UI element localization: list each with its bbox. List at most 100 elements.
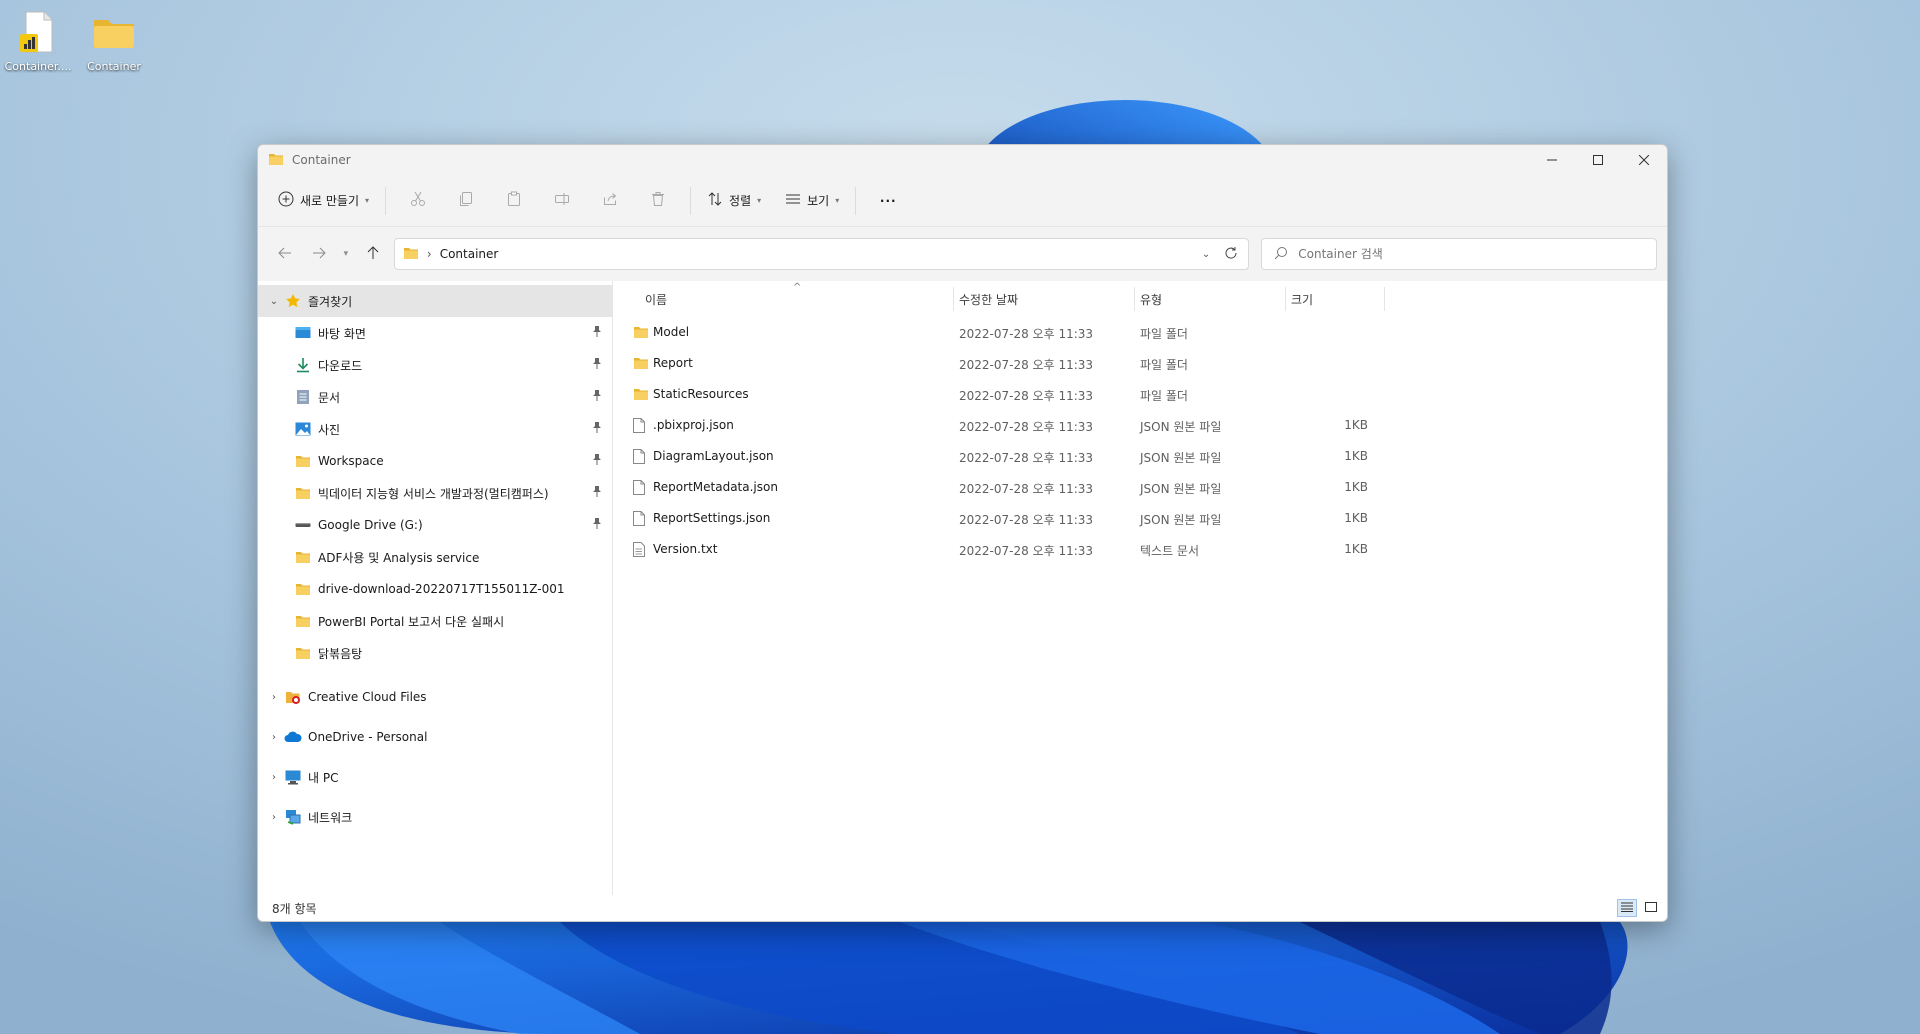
separator [855, 186, 857, 215]
file-list: ^ 이름 수정한 날짜 유형 크기 Model 2022-07-28 오후 11… [613, 281, 1667, 895]
back-button[interactable] [268, 239, 302, 269]
nav-item-label: 사진 [318, 422, 341, 437]
search-box[interactable] [1261, 238, 1657, 270]
paste-button[interactable] [490, 183, 538, 219]
arrow-left-icon [278, 246, 292, 263]
rename-button[interactable] [538, 183, 586, 219]
file-modified: 2022-07-28 오후 11:33 [959, 544, 1094, 558]
desktop-icon-container-pbix[interactable]: Container.... [2, 8, 74, 73]
file-name: ReportMetadata.json [653, 480, 778, 494]
column-header-name[interactable]: 이름 [645, 281, 955, 317]
copy-button[interactable] [442, 183, 490, 219]
file-row-version[interactable]: Version.txt 2022-07-28 오후 11:33 텍스트 문서 1… [613, 534, 1667, 565]
copy-icon [458, 191, 474, 210]
file-type: 파일 폴더 [1140, 358, 1188, 372]
file-row-reportmetadata[interactable]: ReportMetadata.json 2022-07-28 오후 11:33 … [613, 472, 1667, 503]
large-icons-view-button[interactable] [1641, 899, 1661, 917]
column-header-type[interactable]: 유형 [1140, 281, 1285, 317]
file-modified: 2022-07-28 오후 11:33 [959, 513, 1094, 527]
column-divider[interactable] [953, 287, 954, 311]
nav-item-network[interactable]: › 네트워크 [258, 797, 612, 837]
arrow-up-icon [366, 245, 380, 263]
download-icon [294, 357, 312, 373]
cut-button[interactable] [394, 183, 442, 219]
nav-item-quick-access[interactable]: ⌄ 즐겨찾기 [258, 285, 612, 317]
search-icon [1274, 246, 1288, 263]
file-row-staticresources[interactable]: StaticResources 2022-07-28 오후 11:33 파일 폴… [613, 379, 1667, 410]
close-button[interactable] [1621, 145, 1667, 175]
folder-icon [294, 549, 312, 565]
chevron-down-icon[interactable]: ⌄ [264, 296, 284, 307]
nav-item-google-drive[interactable]: Google Drive (G:) [258, 509, 612, 541]
view-button[interactable]: 보기 ▾ [777, 183, 847, 219]
nav-item-bigdata-course[interactable]: 빅데이터 지능형 서비스 개발과정(멀티캠퍼스) [258, 477, 612, 509]
chevron-down-icon: ▾ [757, 196, 762, 205]
nav-item-label: Workspace [318, 454, 384, 468]
window-title: Container [292, 153, 351, 167]
file-icon [633, 449, 645, 467]
pin-icon [592, 326, 602, 341]
explorer-body: ⌄ 즐겨찾기 바탕 화면 다운로드 문서 사진 Workspace 빅데이터 지… [258, 281, 1667, 895]
title-bar[interactable]: Container [258, 145, 1667, 175]
delete-button[interactable] [634, 183, 682, 219]
minimize-button[interactable] [1529, 145, 1575, 175]
column-header-size[interactable]: 크기 [1291, 281, 1381, 317]
file-row-pbixproj[interactable]: .pbixproj.json 2022-07-28 오후 11:33 JSON … [613, 410, 1667, 441]
details-view-button[interactable] [1617, 899, 1637, 917]
clipboard-icon [506, 191, 522, 210]
address-history-chevron-icon[interactable]: ⌄ [1202, 249, 1210, 260]
chevron-right-icon[interactable]: › [264, 812, 284, 823]
nav-item-drive-download[interactable]: drive-download-20220717T155011Z-001 [258, 573, 612, 605]
refresh-icon[interactable] [1224, 246, 1238, 263]
nav-item-label: 닭볶음탕 [318, 646, 363, 661]
column-divider[interactable] [1384, 287, 1385, 311]
desktop-icon-container-folder[interactable]: Container [78, 8, 150, 73]
file-row-report[interactable]: Report 2022-07-28 오후 11:33 파일 폴더 [613, 348, 1667, 379]
nav-item-powerbi-portal[interactable]: PowerBI Portal 보고서 다운 실패시 [258, 605, 612, 637]
breadcrumb-container[interactable]: Container [440, 247, 499, 261]
view-button-label: 보기 [807, 194, 830, 208]
column-divider[interactable] [1285, 287, 1286, 311]
nav-item-dakbokkeumtang[interactable]: 닭볶음탕 [258, 637, 612, 669]
sort-button-label: 정렬 [729, 194, 752, 208]
share-icon [602, 191, 618, 210]
address-row: ▾ › Container ⌄ [258, 227, 1667, 281]
new-button[interactable]: 새로 만들기 ▾ [270, 183, 377, 219]
file-row-reportsettings[interactable]: ReportSettings.json 2022-07-28 오후 11:33 … [613, 503, 1667, 534]
chevron-right-icon[interactable]: › [264, 732, 284, 743]
nav-item-workspace[interactable]: Workspace [258, 445, 612, 477]
file-explorer-window: Container 새로 만들기 ▾ 정렬 ▾ 보기 ▾ ··· ▾ › Con… [257, 144, 1668, 922]
nav-item-label: ADF사용 및 Analysis service [318, 550, 480, 565]
new-button-label: 새로 만들기 [300, 194, 360, 208]
forward-button[interactable] [302, 239, 336, 269]
up-button[interactable] [356, 239, 390, 269]
sort-button[interactable]: 정렬 ▾ [699, 183, 769, 219]
nav-item-documents[interactable]: 문서 [258, 381, 612, 413]
file-row-model[interactable]: Model 2022-07-28 오후 11:33 파일 폴더 [613, 317, 1667, 348]
recent-locations-button[interactable]: ▾ [336, 239, 356, 269]
chevron-right-icon[interactable]: › [264, 692, 284, 703]
nav-item-adf[interactable]: ADF사용 및 Analysis service [258, 541, 612, 573]
column-divider[interactable] [1134, 287, 1135, 311]
chevron-right-icon[interactable]: › [264, 772, 284, 783]
nav-item-this-pc[interactable]: › 내 PC [258, 757, 612, 797]
nav-item-downloads[interactable]: 다운로드 [258, 349, 612, 381]
nav-item-pictures[interactable]: 사진 [258, 413, 612, 445]
search-input[interactable] [1298, 247, 1619, 261]
nav-item-creative-cloud[interactable]: › Creative Cloud Files [258, 677, 612, 717]
text-file-icon [633, 542, 645, 560]
file-type: 텍스트 문서 [1140, 544, 1200, 558]
nav-item-desktop[interactable]: 바탕 화면 [258, 317, 612, 349]
more-options-button[interactable]: ··· [864, 183, 912, 219]
maximize-button[interactable] [1575, 145, 1621, 175]
column-header-modified[interactable]: 수정한 날짜 [959, 281, 1134, 317]
file-row-diagramlayout[interactable]: DiagramLayout.json 2022-07-28 오후 11:33 J… [613, 441, 1667, 472]
folder-icon [633, 356, 649, 373]
breadcrumb-chevron-icon[interactable]: › [427, 247, 432, 261]
drive-icon [294, 517, 312, 533]
nav-item-onedrive[interactable]: › OneDrive - Personal [258, 717, 612, 757]
address-bar[interactable]: › Container ⌄ [393, 238, 1250, 270]
share-button[interactable] [586, 183, 634, 219]
rename-icon [554, 191, 570, 210]
